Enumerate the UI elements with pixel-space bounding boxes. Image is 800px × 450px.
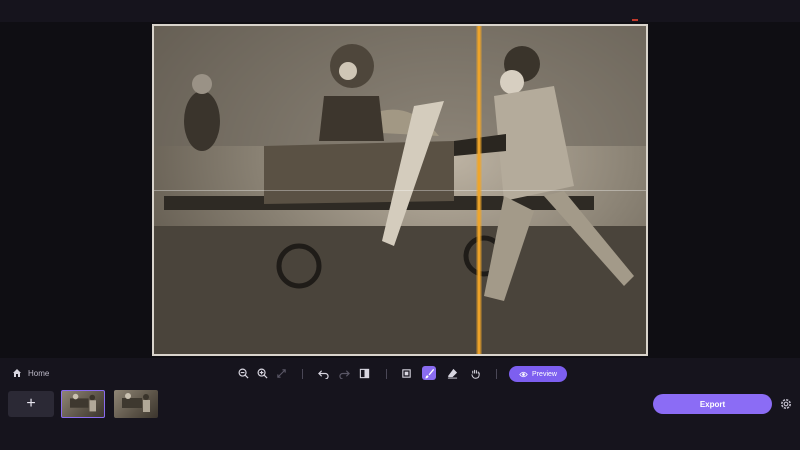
thumbnail-image bbox=[122, 393, 150, 412]
preview-button[interactable]: Preview bbox=[509, 366, 567, 382]
home-label: Home bbox=[28, 368, 50, 378]
undo-button[interactable] bbox=[316, 366, 330, 380]
redo-button[interactable] bbox=[337, 366, 351, 380]
toolbar-divider bbox=[386, 369, 387, 379]
photo-canvas[interactable] bbox=[152, 24, 648, 356]
filmstrip: + Export bbox=[0, 388, 800, 450]
redo-icon bbox=[338, 369, 350, 379]
home-icon bbox=[13, 369, 21, 377]
toolbar-divider bbox=[496, 369, 497, 379]
brush-button[interactable] bbox=[422, 366, 436, 380]
eye-icon bbox=[519, 371, 528, 377]
settings-icon[interactable] bbox=[779, 397, 793, 411]
canvas-area[interactable] bbox=[0, 22, 800, 358]
fit-icon bbox=[276, 368, 286, 378]
horizontal-guide bbox=[154, 190, 646, 191]
fit-button[interactable] bbox=[274, 366, 288, 380]
photo-image bbox=[154, 26, 646, 354]
thumbnail-image bbox=[70, 393, 96, 412]
undo-icon bbox=[317, 369, 329, 379]
home-button[interactable]: Home bbox=[12, 368, 49, 378]
zoom-in-icon bbox=[257, 368, 268, 379]
top-accent-mark bbox=[632, 19, 638, 21]
edit-toolbar: Home Preview bbox=[0, 360, 800, 388]
add-image-button[interactable]: + bbox=[8, 391, 54, 417]
hand-button[interactable] bbox=[468, 366, 482, 380]
eraser-icon bbox=[447, 368, 457, 379]
export-button[interactable]: Export bbox=[653, 394, 772, 414]
brush-icon bbox=[424, 368, 434, 378]
zoom-out-button[interactable] bbox=[236, 366, 250, 380]
crop-icon bbox=[401, 368, 411, 378]
compare-button[interactable] bbox=[357, 366, 371, 380]
hand-icon bbox=[470, 369, 480, 379]
zoom-out-icon bbox=[238, 368, 249, 379]
preview-label: Preview bbox=[532, 370, 557, 378]
thumbnail[interactable] bbox=[114, 390, 158, 418]
zoom-in-button[interactable] bbox=[255, 366, 269, 380]
thumbnail[interactable] bbox=[61, 390, 105, 418]
toolbar-divider bbox=[302, 369, 303, 379]
crop-button[interactable] bbox=[399, 366, 413, 380]
compare-icon bbox=[359, 368, 369, 378]
eraser-button[interactable] bbox=[445, 366, 459, 380]
compare-slider[interactable] bbox=[476, 26, 482, 354]
top-bar bbox=[0, 0, 800, 22]
